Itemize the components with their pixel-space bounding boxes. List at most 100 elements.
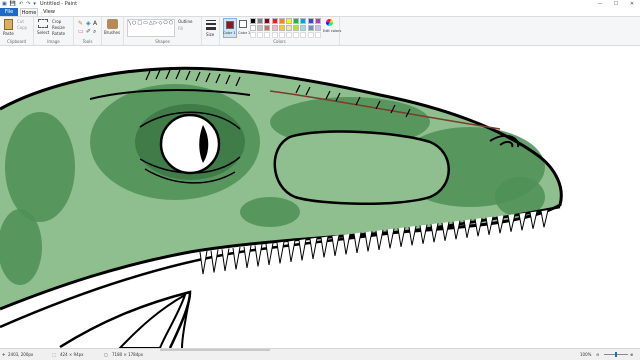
- color1-label: Color 1: [223, 31, 236, 35]
- color-picker-icon[interactable]: ✐: [86, 28, 91, 35]
- title-bar: ▣ 💾 ↶ ↷ ▾ Untitled - Paint — ☐ ✕: [0, 0, 640, 8]
- palette-swatch[interactable]: [250, 25, 256, 31]
- cursor-position: 2403, 200px: [8, 352, 34, 357]
- paste-icon[interactable]: [4, 19, 13, 30]
- magnifier-icon[interactable]: ⌕: [93, 28, 96, 36]
- tooth: [298, 239, 307, 261]
- tools-group: ✎ ◈ A ▭ ✐ ⌕ Tools: [74, 17, 102, 45]
- horizontal-scrollbar[interactable]: [160, 349, 270, 351]
- eraser-icon[interactable]: ▭: [78, 28, 84, 35]
- palette-swatch[interactable]: [293, 25, 300, 31]
- tooth: [254, 244, 263, 267]
- drawing-canvas[interactable]: [0, 47, 640, 348]
- text-icon[interactable]: A: [93, 20, 97, 27]
- image-size-icon: ▢: [104, 352, 108, 357]
- palette-swatch[interactable]: [278, 18, 285, 24]
- palette-swatch-empty[interactable]: [300, 32, 307, 38]
- resize-button[interactable]: Resize: [52, 25, 65, 30]
- fill-icon[interactable]: ◈: [86, 20, 91, 27]
- tab-home[interactable]: Home: [20, 8, 38, 16]
- size-button[interactable]: Size: [206, 32, 214, 37]
- cheek-patch: [274, 131, 449, 204]
- tooth: [353, 232, 362, 253]
- brush-icon[interactable]: [107, 19, 118, 29]
- tab-file[interactable]: File: [0, 8, 18, 16]
- clipboard-group-label: Clipboard: [6, 39, 27, 44]
- outline-button[interactable]: Outline: [178, 19, 192, 24]
- save-icon[interactable]: 💾: [10, 0, 16, 8]
- tooth: [276, 241, 285, 264]
- palette-swatch[interactable]: [286, 25, 292, 31]
- maximize-button[interactable]: ☐: [608, 0, 624, 8]
- palette-swatch[interactable]: [271, 18, 278, 24]
- crop-button[interactable]: Crop: [52, 19, 61, 24]
- palette-swatch-empty[interactable]: [257, 32, 264, 38]
- zoom-out-icon[interactable]: ⊖: [596, 352, 599, 357]
- palette-swatch[interactable]: [307, 18, 314, 24]
- palette-swatch[interactable]: [293, 18, 300, 24]
- palette-swatch-empty[interactable]: [307, 32, 314, 38]
- zoom-slider-thumb[interactable]: [615, 352, 617, 357]
- palette-swatch[interactable]: [264, 25, 271, 31]
- palette-swatch[interactable]: [257, 25, 264, 31]
- tab-view[interactable]: View: [40, 8, 58, 16]
- palette-swatch[interactable]: [300, 18, 307, 24]
- select-icon[interactable]: [38, 19, 48, 28]
- palette-swatch-empty[interactable]: [286, 32, 292, 38]
- palette-swatch[interactable]: [250, 18, 256, 24]
- fill-button[interactable]: Fill: [178, 26, 183, 31]
- color2-label: Color 2: [238, 31, 251, 35]
- palette-swatch[interactable]: [300, 25, 307, 31]
- tooth: [485, 216, 494, 235]
- close-button[interactable]: ✕: [624, 0, 640, 8]
- tooth: [331, 235, 340, 256]
- color2-button[interactable]: [239, 20, 247, 28]
- palette-swatch[interactable]: [286, 18, 292, 24]
- tooth: [309, 237, 318, 260]
- image-size: 7180 × 1784px: [112, 352, 144, 357]
- minimize-button[interactable]: —: [592, 0, 608, 8]
- brushes-button[interactable]: Brushes: [104, 30, 120, 35]
- edit-colors-button[interactable]: Edit colors: [323, 29, 341, 33]
- redo-icon[interactable]: ↷: [26, 0, 30, 8]
- tooth: [320, 236, 329, 258]
- cut-button[interactable]: Cut: [17, 19, 24, 24]
- undo-icon[interactable]: ↶: [19, 0, 23, 8]
- tooth: [199, 250, 208, 275]
- tooth: [397, 227, 406, 247]
- copy-button[interactable]: Copy: [17, 25, 27, 30]
- pencil-icon[interactable]: ✎: [78, 20, 83, 27]
- palette-swatch-empty[interactable]: [264, 32, 271, 38]
- tooth: [474, 217, 483, 237]
- tooth: [496, 215, 505, 234]
- palette-swatch-empty[interactable]: [250, 32, 256, 38]
- tooth: [419, 224, 428, 244]
- customize-qat-icon[interactable]: ▾: [33, 0, 36, 8]
- drawing-canvas-area[interactable]: [0, 47, 640, 348]
- palette-swatch[interactable]: [314, 18, 321, 24]
- palette-swatch-empty[interactable]: [293, 32, 300, 38]
- palette-swatch[interactable]: [314, 25, 321, 31]
- tooth: [452, 220, 461, 240]
- edit-colors-icon[interactable]: [326, 19, 333, 26]
- paint-app-icon: ▣: [2, 1, 7, 7]
- select-button[interactable]: Select: [37, 30, 49, 35]
- palette-swatch[interactable]: [264, 18, 271, 24]
- palette-swatch[interactable]: [307, 25, 314, 31]
- shapes-gallery[interactable]: ╲○□▭△▷◇⬠⬡☆✦✧▶◀▲▼⬭◯❏: [127, 19, 175, 37]
- zoom-in-icon[interactable]: ⊕: [630, 352, 633, 357]
- color1-button[interactable]: [223, 18, 237, 38]
- tooth: [518, 212, 527, 231]
- ribbon: Paste Cut Copy Clipboard Select Crop Res…: [0, 16, 640, 46]
- paste-button[interactable]: Paste: [3, 31, 14, 36]
- zoom-slider[interactable]: [604, 352, 628, 357]
- rotate-button[interactable]: Rotate: [52, 31, 65, 36]
- tooth: [441, 221, 450, 241]
- palette-swatch[interactable]: [271, 25, 278, 31]
- palette-swatch[interactable]: [278, 25, 285, 31]
- palette-swatch[interactable]: [257, 18, 264, 24]
- tooth: [221, 248, 230, 272]
- palette-swatch-empty[interactable]: [314, 32, 321, 38]
- palette-swatch-empty[interactable]: [278, 32, 285, 38]
- palette-swatch-empty[interactable]: [271, 32, 278, 38]
